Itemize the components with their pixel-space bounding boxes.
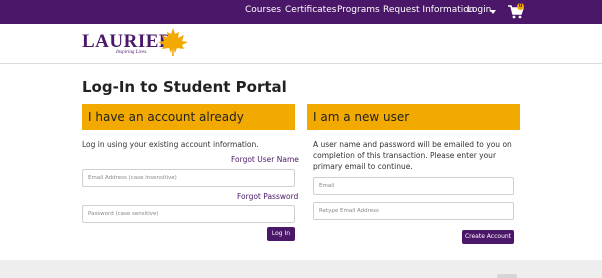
password-input[interactable]: [82, 205, 295, 223]
new-user-intro: A user name and password will be emailed…: [313, 140, 512, 171]
create-account-button[interactable]: Create Account: [462, 230, 514, 244]
nav-certificates[interactable]: Certificates: [285, 5, 336, 15]
maple-leaf-icon: [158, 28, 188, 56]
cart-count-badge: 0: [517, 3, 524, 10]
new-user-heading: I am a new user: [307, 104, 520, 130]
footer-element: [497, 274, 517, 278]
forgot-password-link[interactable]: Forgot Password: [237, 192, 298, 201]
email-address-input[interactable]: [82, 169, 295, 187]
new-email-input[interactable]: [313, 177, 514, 195]
forgot-username-link[interactable]: Forgot User Name: [231, 155, 299, 164]
page-title: Log-In to Student Portal: [82, 78, 287, 96]
log-in-button[interactable]: Log In: [267, 227, 295, 241]
existing-account-heading: I have an account already: [82, 104, 295, 130]
existing-account-intro: Log in using your existing account infor…: [82, 140, 259, 149]
nav-courses[interactable]: Courses: [245, 5, 281, 15]
nav-request-information[interactable]: Request Information: [383, 5, 475, 15]
top-navbar: Courses Certificates Programs Request In…: [0, 0, 602, 24]
nav-programs[interactable]: Programs: [337, 5, 380, 15]
retype-email-input[interactable]: [313, 202, 514, 220]
logo-tagline: Inspiring Lives.: [116, 50, 148, 55]
chevron-down-icon[interactable]: [490, 10, 496, 14]
nav-login[interactable]: Login: [467, 5, 491, 15]
